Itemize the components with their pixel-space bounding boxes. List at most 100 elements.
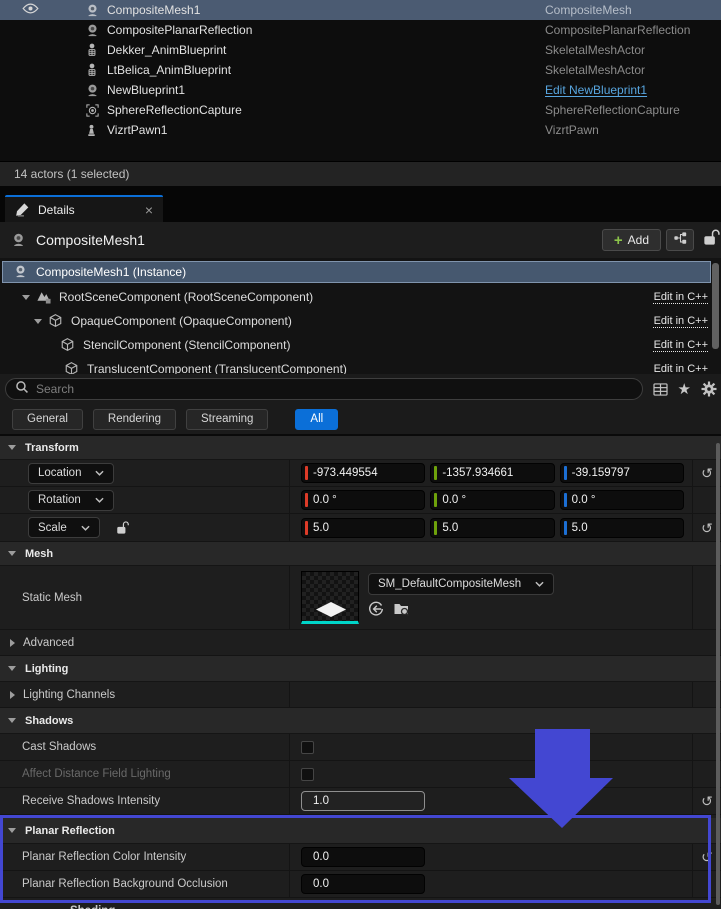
use-selected-asset-icon[interactable] [368, 601, 384, 622]
location-mode-dropdown[interactable]: Location [28, 463, 114, 484]
gear-icon[interactable] [701, 381, 717, 397]
details-scrollbar[interactable] [716, 443, 720, 905]
skeletal-mesh-icon [85, 42, 102, 58]
property-label: Planar Reflection Background Occlusion [0, 871, 290, 897]
location-x-input[interactable]: -973.449554 [301, 463, 425, 483]
component-tree: CompositeMesh1 (Instance) RootSceneCompo… [0, 258, 721, 374]
scale-x-input[interactable]: 5.0 [301, 518, 425, 538]
location-y-input[interactable]: -1357.934661 [430, 463, 554, 483]
clipped-next-section: Shading [0, 898, 721, 909]
property-row-lighting-channels[interactable]: Lighting Channels [0, 682, 721, 708]
scale-y-input[interactable]: 5.0 [430, 518, 554, 538]
close-icon[interactable]: × [145, 203, 153, 217]
add-button-label: Add [628, 233, 649, 247]
planar-color-intensity-input[interactable]: 0.0 [301, 847, 425, 867]
collapse-arrow-icon [8, 718, 16, 723]
edit-in-cpp-link[interactable]: Edit in C++ [654, 363, 708, 374]
scene-component-icon [36, 289, 53, 305]
browse-to-asset-icon[interactable] [393, 601, 410, 622]
component-tree-scrollbar[interactable] [712, 263, 719, 349]
chevron-down-icon [81, 522, 90, 534]
rotation-mode-dropdown[interactable]: Rotation [28, 490, 114, 511]
property-label: Lighting Channels [23, 689, 115, 701]
display-settings-icon[interactable] [653, 383, 668, 396]
scale-z-input[interactable]: 5.0 [560, 518, 684, 538]
section-header-shadows[interactable]: Shadows [0, 708, 721, 734]
tab-label: Details [38, 203, 75, 217]
component-row-opaque[interactable]: OpaqueComponent (OpaqueComponent) Edit i… [0, 309, 721, 333]
filter-all-button[interactable]: All [295, 409, 338, 430]
component-row-stencil[interactable]: StencilComponent (StencilComponent) Edit… [0, 333, 721, 357]
dropdown-value: Location [38, 467, 81, 479]
search-box[interactable] [5, 378, 643, 400]
outliner-row-compositeplanarreflection[interactable]: CompositePlanarReflection CompositePlana… [0, 20, 721, 40]
filter-streaming-button[interactable]: Streaming [186, 409, 268, 430]
lock-icon[interactable] [701, 229, 721, 251]
expander-arrow-icon[interactable] [34, 319, 42, 324]
cast-shadows-checkbox[interactable] [301, 741, 314, 754]
section-header-planar-reflection[interactable]: Planar Reflection [0, 818, 721, 844]
expander-arrow-icon[interactable] [22, 295, 30, 300]
edit-blueprint-link[interactable]: Edit NewBlueprint1 [545, 83, 647, 97]
advanced-expander-row[interactable]: Advanced [0, 630, 721, 656]
plus-icon: + [614, 233, 623, 248]
blueprint-edit-button[interactable] [666, 229, 694, 251]
actor-type: CompositePlanarReflection [545, 23, 721, 37]
reset-to-default-icon[interactable]: ↺ [701, 466, 713, 480]
filter-general-button[interactable]: General [12, 409, 83, 430]
axis-x-bar [305, 493, 308, 507]
edit-in-cpp-link[interactable]: Edit in C++ [654, 315, 708, 327]
section-title: Mesh [25, 548, 53, 560]
visibility-eye-icon[interactable] [22, 3, 39, 17]
scale-lock-open-icon[interactable] [116, 520, 129, 535]
edit-in-cpp-link[interactable]: Edit in C++ [654, 291, 708, 303]
static-mesh-thumbnail[interactable] [301, 571, 359, 624]
outliner-row-newblueprint1[interactable]: NewBlueprint1 Edit NewBlueprint1 [0, 80, 721, 100]
reset-to-default-icon[interactable]: ↺ [701, 850, 713, 864]
static-mesh-dropdown[interactable]: SM_DefaultCompositeMesh [368, 573, 554, 595]
scale-mode-dropdown[interactable]: Scale [28, 517, 100, 538]
camera-actor-icon [85, 82, 102, 98]
actor-type: VizrtPawn [545, 123, 721, 137]
filter-rendering-button[interactable]: Rendering [93, 409, 176, 430]
property-row-planar-background-occlusion: Planar Reflection Background Occlusion 0… [0, 871, 721, 898]
affect-distance-field-checkbox[interactable] [301, 768, 314, 781]
actor-type: SkeletalMeshActor [545, 43, 721, 57]
edit-in-cpp-link[interactable]: Edit in C++ [654, 339, 708, 351]
section-header-lighting[interactable]: Lighting [0, 656, 721, 682]
search-input[interactable] [36, 382, 633, 396]
planar-background-occlusion-input[interactable]: 0.0 [301, 874, 425, 894]
component-name: TranslucentComponent (TranslucentCompone… [87, 362, 347, 374]
outliner-row-spherereflectioncapture[interactable]: SphereReflectionCapture SphereReflection… [0, 100, 721, 120]
outliner-row-ltbelica[interactable]: LtBelica_AnimBlueprint SkeletalMeshActor [0, 60, 721, 80]
reset-to-default-icon[interactable]: ↺ [701, 521, 713, 535]
actor-name: LtBelica_AnimBlueprint [107, 63, 545, 77]
camera-actor-icon [10, 232, 27, 248]
favorites-star-icon[interactable]: ★ [678, 380, 691, 398]
outliner-row-compositemesh1[interactable]: CompositeMesh1 CompositeMesh [0, 0, 721, 20]
actor-name: CompositePlanarReflection [107, 23, 545, 37]
component-row-instance[interactable]: CompositeMesh1 (Instance) [2, 261, 711, 283]
section-title: Shadows [25, 715, 73, 727]
location-z-input[interactable]: -39.159797 [560, 463, 684, 483]
outliner-row-dekker[interactable]: Dekker_AnimBlueprint SkeletalMeshActor [0, 40, 721, 60]
camera-actor-icon [85, 2, 102, 18]
add-component-button[interactable]: + Add [602, 229, 661, 251]
tab-details[interactable]: Details × [5, 195, 163, 222]
actor-name: VizrtPawn1 [107, 123, 545, 137]
component-row-translucent[interactable]: TranslucentComponent (TranslucentCompone… [0, 357, 721, 374]
rotation-z-input[interactable]: 0.0 ° [560, 490, 684, 510]
rotation-x-input[interactable]: 0.0 ° [301, 490, 425, 510]
section-header-transform[interactable]: Transform [0, 436, 721, 460]
property-row-rotation: Rotation 0.0 ° 0.0 ° 0.0 ° [0, 487, 721, 514]
section-header-mesh[interactable]: Mesh [0, 542, 721, 566]
component-row-rootscene[interactable]: RootSceneComponent (RootSceneComponent) … [0, 285, 721, 309]
details-pencil-icon [15, 202, 30, 217]
advanced-label: Advanced [23, 637, 74, 649]
property-label: Static Mesh [0, 566, 290, 629]
reset-to-default-icon[interactable]: ↺ [701, 794, 713, 808]
rotation-y-input[interactable]: 0.0 ° [430, 490, 554, 510]
property-row-receive-shadows-intensity: Receive Shadows Intensity 1.0 ↺ [0, 788, 721, 815]
outliner-row-vizrtpawn1[interactable]: VizrtPawn1 VizrtPawn [0, 120, 721, 140]
receive-shadows-intensity-input[interactable]: 1.0 [301, 791, 425, 811]
